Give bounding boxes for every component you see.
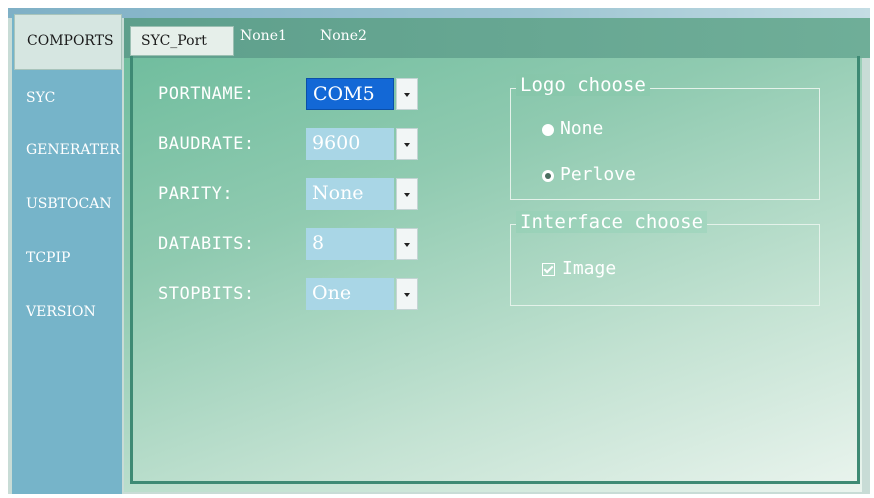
databits-select[interactable]: 8: [306, 228, 418, 260]
baudrate-label: BAUDRATE:: [158, 134, 255, 154]
interface-choose-title: Interface choose: [516, 211, 708, 233]
parity-label: PARITY:: [158, 184, 234, 204]
image-checkbox-label: Image: [562, 258, 617, 279]
sidebar-item-label: GENERATER: [26, 142, 120, 158]
sidebar-item-syc[interactable]: SYC: [26, 90, 55, 106]
tab-label: None1: [240, 28, 287, 44]
portname-label: PORTNAME:: [158, 84, 255, 104]
sidebar-item-label: VERSION: [26, 304, 96, 320]
stopbits-select[interactable]: One: [306, 278, 418, 310]
baudrate-dropdown-button[interactable]: [396, 128, 418, 160]
tab-label: SYC_Port: [141, 33, 207, 49]
tab-none1[interactable]: None1: [240, 28, 287, 44]
sidebar-item-label: SYC: [26, 90, 56, 106]
sidebar-item-label: USBTOCAN: [26, 196, 112, 212]
sidebar-item-comports[interactable]: COMPORTS: [14, 14, 122, 70]
portname-dropdown-button[interactable]: [396, 78, 418, 110]
portname-select[interactable]: COM5: [306, 78, 418, 110]
chevron-down-icon: [404, 293, 410, 297]
baudrate-select[interactable]: 9600: [306, 128, 418, 160]
parity-dropdown-button[interactable]: [396, 178, 418, 210]
title-strip: [8, 8, 870, 18]
radio-unchecked-icon: [542, 124, 554, 136]
parity-value: None: [306, 178, 394, 210]
chevron-down-icon: [404, 93, 410, 97]
tab-label: None2: [320, 28, 367, 44]
parity-select[interactable]: None: [306, 178, 418, 210]
chevron-down-icon: [404, 243, 410, 247]
tab-bar: [124, 18, 870, 58]
tab-none2[interactable]: None2: [320, 28, 367, 44]
checkbox-checked-icon: [542, 263, 555, 276]
databits-label: DATABITS:: [158, 234, 255, 254]
databits-dropdown-button[interactable]: [396, 228, 418, 260]
baudrate-value: 9600: [306, 128, 394, 160]
sidebar-item-label: TCPIP: [26, 250, 71, 266]
stopbits-label: STOPBITS:: [158, 284, 255, 304]
stopbits-value: One: [306, 278, 394, 310]
sidebar-item-tcpip[interactable]: TCPIP: [26, 250, 70, 266]
logo-choose-title: Logo choose: [516, 74, 650, 96]
radio-checked-icon: [542, 170, 554, 182]
logo-choose-group: [510, 88, 820, 200]
logo-perlove-label: Perlove: [560, 164, 636, 185]
stopbits-dropdown-button[interactable]: [396, 278, 418, 310]
sidebar-item-generater[interactable]: GENERATER: [26, 142, 120, 158]
portname-value: COM5: [306, 78, 394, 110]
sidebar-item-usbtocan[interactable]: USBTOCAN: [26, 196, 112, 212]
sidebar-item-version[interactable]: VERSION: [26, 304, 96, 320]
logo-none-label: None: [560, 118, 604, 139]
chevron-down-icon: [404, 193, 410, 197]
databits-value: 8: [306, 228, 394, 260]
chevron-down-icon: [404, 143, 410, 147]
tab-syc-port[interactable]: SYC_Port: [130, 26, 234, 56]
interface-choose-group: [510, 224, 820, 306]
sidebar-item-label: COMPORTS: [27, 33, 114, 49]
